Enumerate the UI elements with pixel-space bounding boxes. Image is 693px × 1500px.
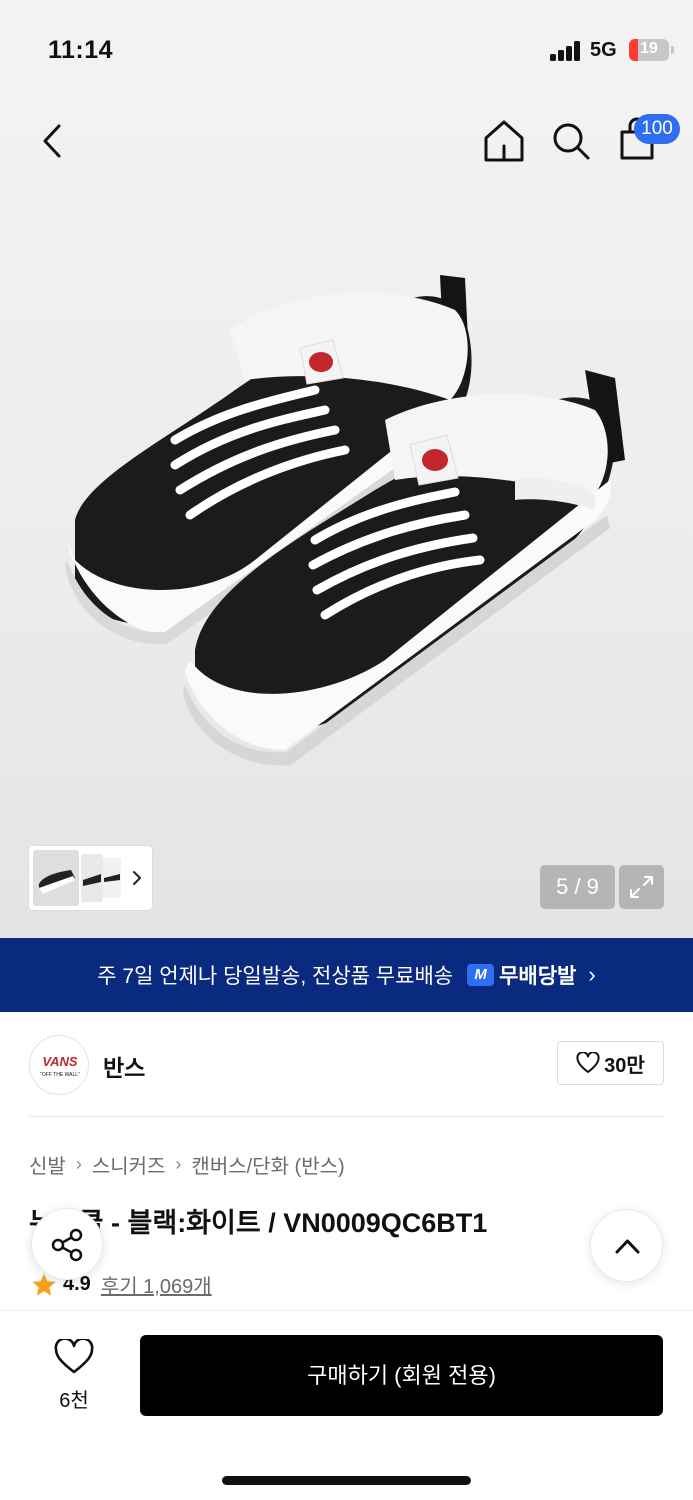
svg-text:VANS: VANS: [42, 1054, 77, 1069]
signal-icon: [550, 41, 582, 61]
breadcrumb-item[interactable]: 신발: [29, 1150, 66, 1179]
delivery-logo-icon: M: [467, 964, 495, 986]
image-counter: 5 / 9: [540, 865, 615, 909]
cart-count-badge: 100: [634, 114, 680, 144]
expand-icon: [630, 876, 653, 898]
thumbnail-strip[interactable]: [29, 846, 152, 910]
thumbnail-image: [38, 870, 75, 894]
heart-icon: [576, 1052, 600, 1073]
brand-logo[interactable]: VANS "OFF THE WALL": [29, 1035, 89, 1095]
thumbnail-next[interactable]: [81, 854, 103, 902]
like-button[interactable]: 6천: [44, 1337, 104, 1412]
home-button[interactable]: [478, 116, 530, 166]
divider: [29, 1116, 665, 1117]
thumbnail-current[interactable]: [33, 850, 79, 906]
chevron-right-icon: ›: [175, 1154, 182, 1174]
svg-text:"OFF THE WALL": "OFF THE WALL": [40, 1072, 80, 1078]
back-button[interactable]: [28, 116, 78, 166]
product-photo: [65, 275, 625, 766]
delivery-banner[interactable]: 주 7일 언제나 당일발송, 전상품 무료배송 M 무배당발 ›: [0, 938, 693, 1012]
status-time: 11:14: [48, 36, 114, 64]
chevron-right-icon: ›: [588, 962, 596, 987]
product-image-gallery[interactable]: 11:14 5G 19 100 5 / 9: [0, 0, 693, 938]
cart-button[interactable]: 100: [612, 110, 682, 168]
status-bar: 11:14 5G 19: [0, 0, 693, 100]
review-count-link[interactable]: 후기 1,069개: [101, 1270, 212, 1299]
thumbnail-image: [83, 874, 101, 886]
battery-icon: 19: [629, 39, 669, 61]
thumbnail-image: [104, 874, 120, 882]
heart-icon: [54, 1337, 94, 1374]
breadcrumb-item[interactable]: 스니커즈: [92, 1150, 166, 1179]
breadcrumb: 신발 › 스니커즈 › 캔버스/단화 (반스): [29, 1150, 345, 1179]
search-button[interactable]: [546, 116, 596, 166]
home-indicator[interactable]: [222, 1476, 471, 1485]
brand-like-count: 30만: [604, 1054, 645, 1077]
buy-button[interactable]: 구매하기 (회원 전용): [140, 1335, 663, 1416]
brand-name[interactable]: 반스: [103, 1049, 145, 1083]
share-button[interactable]: [31, 1208, 103, 1280]
chevron-right-icon: ›: [75, 1154, 82, 1174]
brand-like-button[interactable]: 30만: [557, 1041, 664, 1085]
thumbnail-next[interactable]: [103, 858, 121, 898]
scroll-top-button[interactable]: [590, 1209, 663, 1282]
bottom-action-bar: 6천 구매하기 (회원 전용): [0, 1310, 693, 1500]
back-arrow-icon: [43, 124, 61, 158]
banner-text: 주 7일 언제나 당일발송, 전상품 무료배송: [97, 965, 454, 988]
battery-level: 19: [640, 40, 658, 57]
network-label: 5G: [590, 39, 617, 61]
banner-brand: 무배당발: [499, 965, 577, 988]
search-icon: [553, 123, 590, 160]
home-icon: [484, 120, 524, 162]
vans-logo-icon: VANS "OFF THE WALL": [40, 1054, 80, 1078]
chevron-up-icon: [615, 1239, 640, 1254]
share-icon: [51, 1228, 83, 1262]
breadcrumb-item[interactable]: 캔버스/단화 (반스): [191, 1150, 344, 1179]
brand-row: VANS "OFF THE WALL" 반스 30만: [29, 1035, 665, 1095]
chevron-right-icon[interactable]: [129, 866, 145, 890]
like-count: 6천: [59, 1390, 89, 1412]
expand-button[interactable]: [619, 865, 664, 909]
